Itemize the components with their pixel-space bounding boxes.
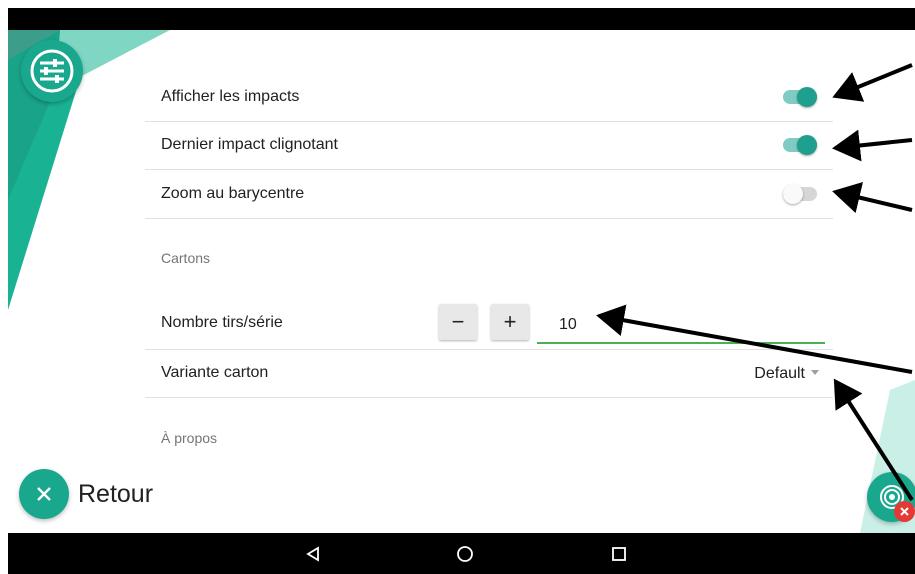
zoom-barycenter-toggle[interactable] <box>783 183 817 204</box>
settings-button[interactable] <box>21 40 83 102</box>
close-icon <box>37 487 51 501</box>
section-title-about: À propos <box>161 430 218 446</box>
status-bar <box>8 8 915 30</box>
increment-button[interactable]: + <box>491 304 529 340</box>
circle-home-icon <box>457 546 473 562</box>
sliders-icon <box>30 49 74 93</box>
triangle-back-icon <box>306 546 319 562</box>
setting-row-blink-last-impact[interactable]: Dernier impact clignotant <box>145 121 833 170</box>
setting-label: Variante carton <box>161 364 269 381</box>
setting-row-zoom-barycenter[interactable]: Zoom au barycentre <box>145 169 833 219</box>
setting-label: Dernier impact clignotant <box>161 136 338 153</box>
back-button[interactable]: Retour <box>19 469 153 519</box>
system-recents-button[interactable] <box>608 543 630 565</box>
back-label: Retour <box>78 479 154 508</box>
back-button-circle[interactable] <box>19 469 69 519</box>
system-back-button[interactable] <box>302 543 324 565</box>
blink-last-impact-toggle[interactable] <box>783 135 817 155</box>
setting-row-card-variant: Variante carton <box>145 349 833 398</box>
shots-per-series-value: 10 <box>559 316 577 333</box>
decrement-button[interactable]: − <box>439 304 477 340</box>
shots-per-series-input[interactable]: 10 <box>537 308 825 344</box>
close-icon <box>900 507 909 516</box>
setting-label: Zoom au barycentre <box>161 184 305 202</box>
section-title-cartons: Cartons <box>161 250 211 266</box>
error-badge <box>894 501 915 522</box>
system-home-button[interactable] <box>454 543 476 565</box>
setting-row-show-impacts[interactable]: Afficher les impacts <box>145 73 833 122</box>
square-recents-icon <box>612 547 626 561</box>
show-impacts-toggle[interactable] <box>783 87 817 107</box>
setting-label: Afficher les impacts <box>161 88 300 105</box>
card-variant-dropdown[interactable]: Default <box>754 365 819 383</box>
setting-label: Nombre tirs/série <box>161 314 283 331</box>
chevron-down-icon <box>811 369 819 375</box>
card-variant-value: Default <box>754 365 805 382</box>
